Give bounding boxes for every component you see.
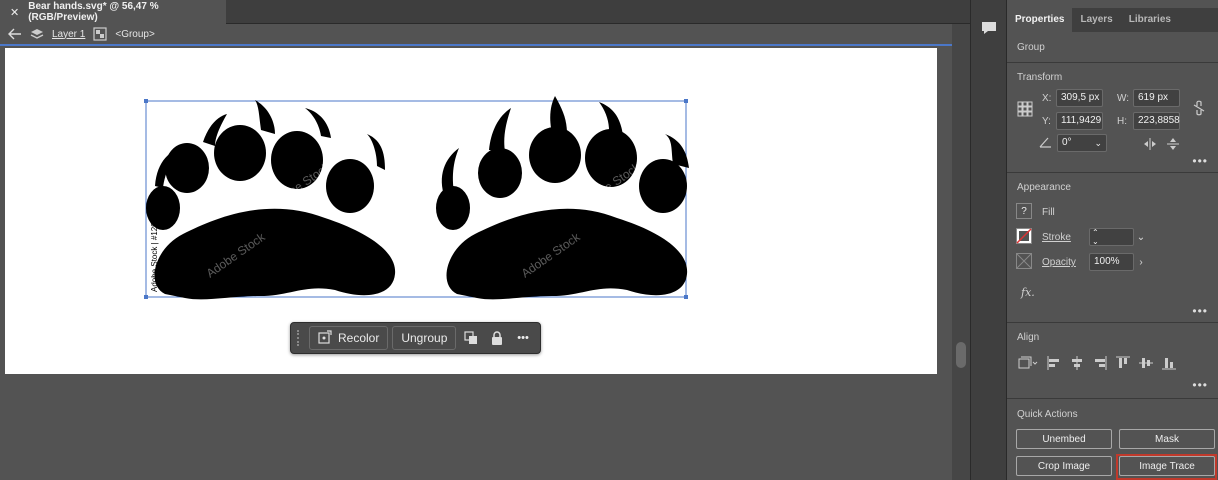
scrollbar-thumb[interactable] <box>956 342 966 368</box>
y-field[interactable]: 111,9429 <box>1056 112 1103 130</box>
stepper-icon[interactable]: ⌃ ⌄ <box>1092 228 1099 246</box>
align-right-icon[interactable] <box>1092 355 1108 371</box>
flip-vertical-icon[interactable] <box>1165 137 1181 151</box>
breadcrumb-group[interactable]: <Group> <box>115 29 154 40</box>
stroke-swatch-icon[interactable] <box>1016 228 1032 244</box>
divider <box>1007 322 1218 323</box>
document-tab-title: Bear hands.svg* @ 56,47 % (RGB/Preview) <box>28 1 159 23</box>
ungroup-label: Ungroup <box>401 331 448 345</box>
stroke-label[interactable]: Stroke <box>1042 232 1071 243</box>
appearance-title: Appearance <box>1017 182 1071 193</box>
x-field[interactable]: 309,5 px <box>1056 89 1103 107</box>
chevron-right-icon[interactable]: › <box>1134 253 1148 271</box>
divider <box>1007 172 1218 173</box>
rotate-field[interactable]: 0° ⌄ <box>1057 134 1107 152</box>
panel-tabs: Properties Layers Libraries <box>1007 8 1218 32</box>
align-center-horizontal-icon[interactable] <box>1069 355 1085 371</box>
constrain-proportions-icon[interactable] <box>1191 100 1207 116</box>
document-tab[interactable]: ✕ Bear hands.svg* @ 56,47 % (RGB/Preview… <box>0 0 226 24</box>
canvas-area[interactable]: Adobe Stock Adobe Stock Adobe Stock Adob… <box>0 46 952 480</box>
layers-icon <box>30 27 44 41</box>
breadcrumb-layer[interactable]: Layer 1 <box>52 29 85 40</box>
recolor-icon <box>318 329 332 347</box>
tab-properties[interactable]: Properties <box>1007 8 1073 32</box>
w-field[interactable]: 619 px <box>1133 89 1180 107</box>
align-more-icon[interactable]: ••• <box>1192 378 1208 392</box>
fx-effects-button[interactable]: fx. <box>1021 286 1035 299</box>
reference-point-icon[interactable] <box>1016 100 1034 118</box>
back-arrow-icon[interactable] <box>8 27 22 41</box>
document-tab-bar: ✕ Bear hands.svg* @ 56,47 % (RGB/Preview… <box>0 0 970 24</box>
tab-layers[interactable]: Layers <box>1072 8 1120 32</box>
recolor-button[interactable]: Recolor <box>308 326 389 350</box>
quick-actions-title: Quick Actions <box>1017 409 1078 420</box>
mask-button[interactable]: Mask <box>1119 429 1215 449</box>
lock-icon[interactable] <box>486 326 508 350</box>
object-type-label: Group <box>1017 42 1045 53</box>
align-bottom-icon[interactable] <box>1161 355 1177 371</box>
align-title: Align <box>1017 332 1040 343</box>
group-icon <box>93 27 107 41</box>
stock-side-text: Adobe Stock | #1204949 <box>150 204 159 292</box>
opacity-field[interactable]: 100% <box>1089 253 1134 271</box>
appearance-more-icon[interactable]: ••• <box>1192 304 1208 318</box>
divider <box>1007 62 1218 63</box>
w-label: W: <box>1117 93 1130 104</box>
rotate-value: 0° <box>1062 137 1072 148</box>
contextual-task-bar: Recolor Ungroup ••• <box>290 322 541 354</box>
image-trace-button[interactable]: Image Trace <box>1119 456 1215 476</box>
arrange-icon[interactable] <box>460 326 482 350</box>
chevron-down-icon[interactable]: ⌄ <box>1134 228 1148 246</box>
more-options-icon[interactable]: ••• <box>512 326 534 350</box>
tab-libraries[interactable]: Libraries <box>1121 8 1179 32</box>
transform-more-icon[interactable]: ••• <box>1192 154 1208 168</box>
right-paw <box>436 96 689 300</box>
fill-swatch-icon[interactable]: ? <box>1016 203 1032 219</box>
align-center-vertical-icon[interactable] <box>1138 355 1154 371</box>
comments-icon[interactable] <box>978 17 1000 39</box>
opacity-label[interactable]: Opacity <box>1042 257 1076 268</box>
align-icon-row <box>1017 355 1177 371</box>
align-left-icon[interactable] <box>1046 355 1062 371</box>
recolor-label: Recolor <box>337 331 380 345</box>
y-label: Y: <box>1042 116 1051 127</box>
align-top-icon[interactable] <box>1115 355 1131 371</box>
flip-horizontal-icon[interactable] <box>1142 137 1158 151</box>
chevron-down-icon[interactable]: ⌄ <box>1094 135 1102 151</box>
ungroup-button[interactable]: Ungroup <box>392 326 457 350</box>
panel-icon-strip <box>970 0 1006 480</box>
crop-image-button[interactable]: Crop Image <box>1016 456 1112 476</box>
isolation-breadcrumb: Layer 1 <Group> <box>0 24 952 46</box>
h-label: H: <box>1117 116 1127 127</box>
fill-label: Fill <box>1042 207 1055 218</box>
h-field[interactable]: 223,8858 <box>1133 112 1180 130</box>
unembed-button[interactable]: Unembed <box>1016 429 1112 449</box>
drag-handle[interactable] <box>297 330 301 346</box>
transform-title: Transform <box>1017 72 1063 83</box>
x-label: X: <box>1042 93 1052 104</box>
close-tab-icon[interactable]: ✕ <box>10 6 19 19</box>
divider <box>1007 398 1218 399</box>
opacity-icon <box>1016 253 1032 269</box>
rotate-angle-icon <box>1037 135 1053 149</box>
vertical-scrollbar[interactable] <box>952 24 970 480</box>
properties-panel: Properties Layers Libraries Group Transf… <box>1006 0 1218 480</box>
align-to-icon[interactable] <box>1017 355 1039 371</box>
stroke-weight-field[interactable]: ⌃ ⌄ <box>1089 228 1134 246</box>
